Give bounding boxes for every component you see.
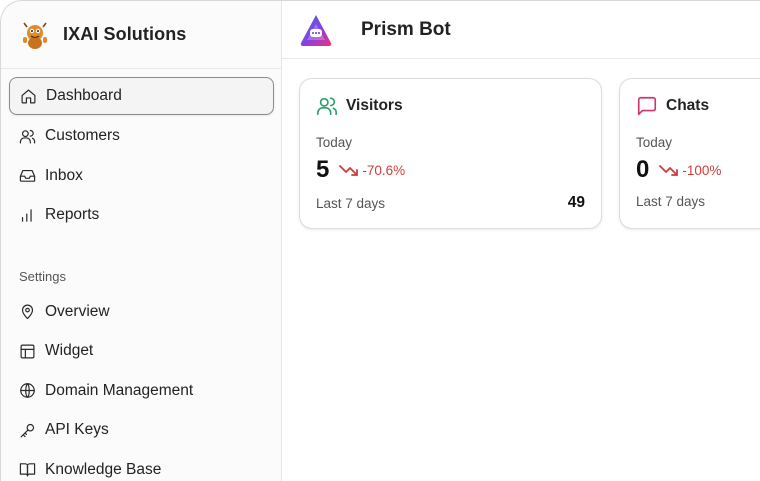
bot-name: Prism Bot <box>361 18 451 40</box>
sidebar-item-api-keys[interactable]: API Keys <box>1 411 282 451</box>
globe-icon <box>19 382 36 399</box>
sidebar-item-label: Widget <box>45 342 94 360</box>
week-label: Last 7 days <box>636 194 706 209</box>
sidebar-item-label: Inbox <box>45 166 83 184</box>
layout-icon <box>19 343 36 360</box>
sidebar-item-knowledge-base[interactable]: Knowledge Base <box>1 450 282 481</box>
sidebar: IXAI Solutions Dashboard Customers Inbox <box>1 1 282 481</box>
brand[interactable]: IXAI Solutions <box>1 1 281 69</box>
today-value: 0 <box>636 156 650 183</box>
today-row: 5 -70.6% <box>316 156 585 184</box>
users-icon <box>317 97 337 116</box>
main-nav: Dashboard Customers Inbox Reports <box>1 77 282 235</box>
trend-down-icon <box>339 165 359 176</box>
sidebar-item-dashboard[interactable]: Dashboard <box>9 77 274 115</box>
home-icon <box>20 88 37 105</box>
users-icon <box>19 128 36 145</box>
bar-chart-icon <box>19 207 36 224</box>
today-row: 0 -100% <box>636 156 760 184</box>
sidebar-item-overview[interactable]: Overview <box>1 292 282 332</box>
card-title: Chats <box>636 95 760 117</box>
map-pin-icon <box>19 303 36 320</box>
visitors-card[interactable]: Visitors Today 5 -70.6% Last 7 days 49 <box>299 78 602 229</box>
app-window: IXAI Solutions Dashboard Customers Inbox <box>0 0 760 481</box>
chats-card[interactable]: Chats Today 0 -100% Last 7 days <box>619 78 760 229</box>
sidebar-item-domain-management[interactable]: Domain Management <box>1 371 282 411</box>
sidebar-item-reports[interactable]: Reports <box>1 196 282 236</box>
settings-nav: Overview Widget Domain Management API Ke… <box>1 292 282 481</box>
today-value: 5 <box>316 156 330 183</box>
settings-section-label: Settings <box>19 269 66 284</box>
sidebar-item-label: API Keys <box>45 421 109 439</box>
card-title-label: Chats <box>666 97 710 114</box>
week-value: 49 <box>567 194 585 211</box>
sidebar-item-label: Customers <box>45 127 120 145</box>
today-label: Today <box>316 135 353 150</box>
book-icon <box>19 461 36 478</box>
trend-badge: -100% <box>659 163 721 178</box>
trend-down-icon <box>659 165 679 176</box>
card-title-label: Visitors <box>346 97 403 114</box>
message-square-icon <box>637 96 657 116</box>
sidebar-item-label: Knowledge Base <box>45 460 162 478</box>
key-icon <box>19 422 36 439</box>
sidebar-item-widget[interactable]: Widget <box>1 332 282 372</box>
sidebar-item-label: Domain Management <box>45 381 194 399</box>
inbox-icon <box>19 167 36 184</box>
trend-value: -100% <box>682 162 722 178</box>
week-row: Last 7 days 49 <box>316 194 585 212</box>
card-title: Visitors <box>316 95 585 117</box>
sidebar-item-label: Dashboard <box>46 87 122 104</box>
brand-name: IXAI Solutions <box>63 24 187 44</box>
top-header: Prism Bot <box>282 1 760 59</box>
week-label: Last 7 days <box>316 195 386 211</box>
bot-logo[interactable] <box>298 12 334 48</box>
trend-badge: -70.6% <box>339 163 405 178</box>
sidebar-item-label: Reports <box>45 206 100 224</box>
brand-logo <box>23 22 47 49</box>
today-label: Today <box>636 135 673 150</box>
sidebar-item-label: Overview <box>45 302 110 320</box>
trend-value: -70.6% <box>362 162 406 178</box>
week-row: Last 7 days <box>636 194 760 209</box>
sidebar-item-inbox[interactable]: Inbox <box>1 156 282 196</box>
sidebar-item-customers[interactable]: Customers <box>1 117 282 157</box>
